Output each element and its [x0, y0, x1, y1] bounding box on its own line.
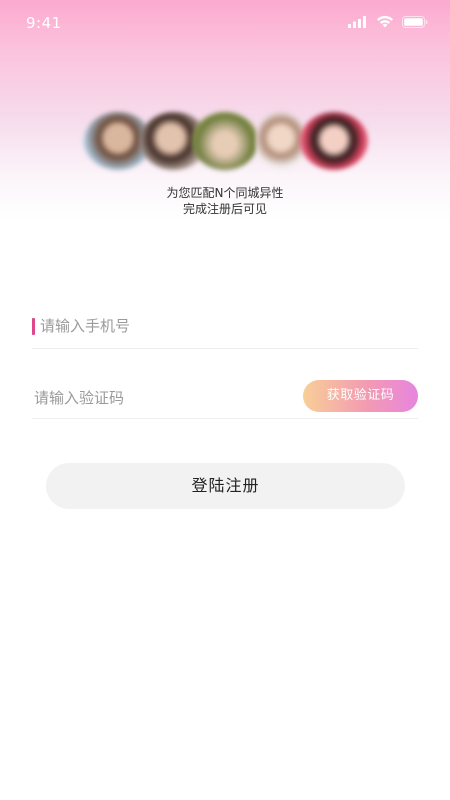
- tagline-line-2: 完成注册后可见: [182, 202, 267, 216]
- status-bar: 9:41: [0, 0, 450, 46]
- phone-field: [32, 310, 418, 349]
- avatar-group: [0, 112, 450, 174]
- signal-icon: [348, 15, 366, 28]
- get-code-button[interactable]: 获取验证码: [303, 380, 418, 412]
- text-cursor: [32, 318, 35, 335]
- wifi-icon: [377, 15, 393, 28]
- verification-code-input[interactable]: [34, 382, 294, 414]
- avatar: [256, 112, 306, 170]
- match-tagline: 为您匹配N个同城异性 完成注册后可见: [0, 185, 450, 217]
- phone-input[interactable]: [40, 310, 410, 342]
- avatar: [300, 112, 368, 170]
- status-icons: [348, 15, 428, 28]
- login-register-button[interactable]: 登陆注册: [46, 463, 405, 509]
- battery-icon: [402, 15, 428, 28]
- tagline-line-1: 为您匹配N个同城异性: [166, 186, 284, 200]
- avatar: [192, 112, 258, 170]
- status-time: 9:41: [26, 14, 62, 32]
- verification-code-field: 获取验证码: [32, 380, 418, 419]
